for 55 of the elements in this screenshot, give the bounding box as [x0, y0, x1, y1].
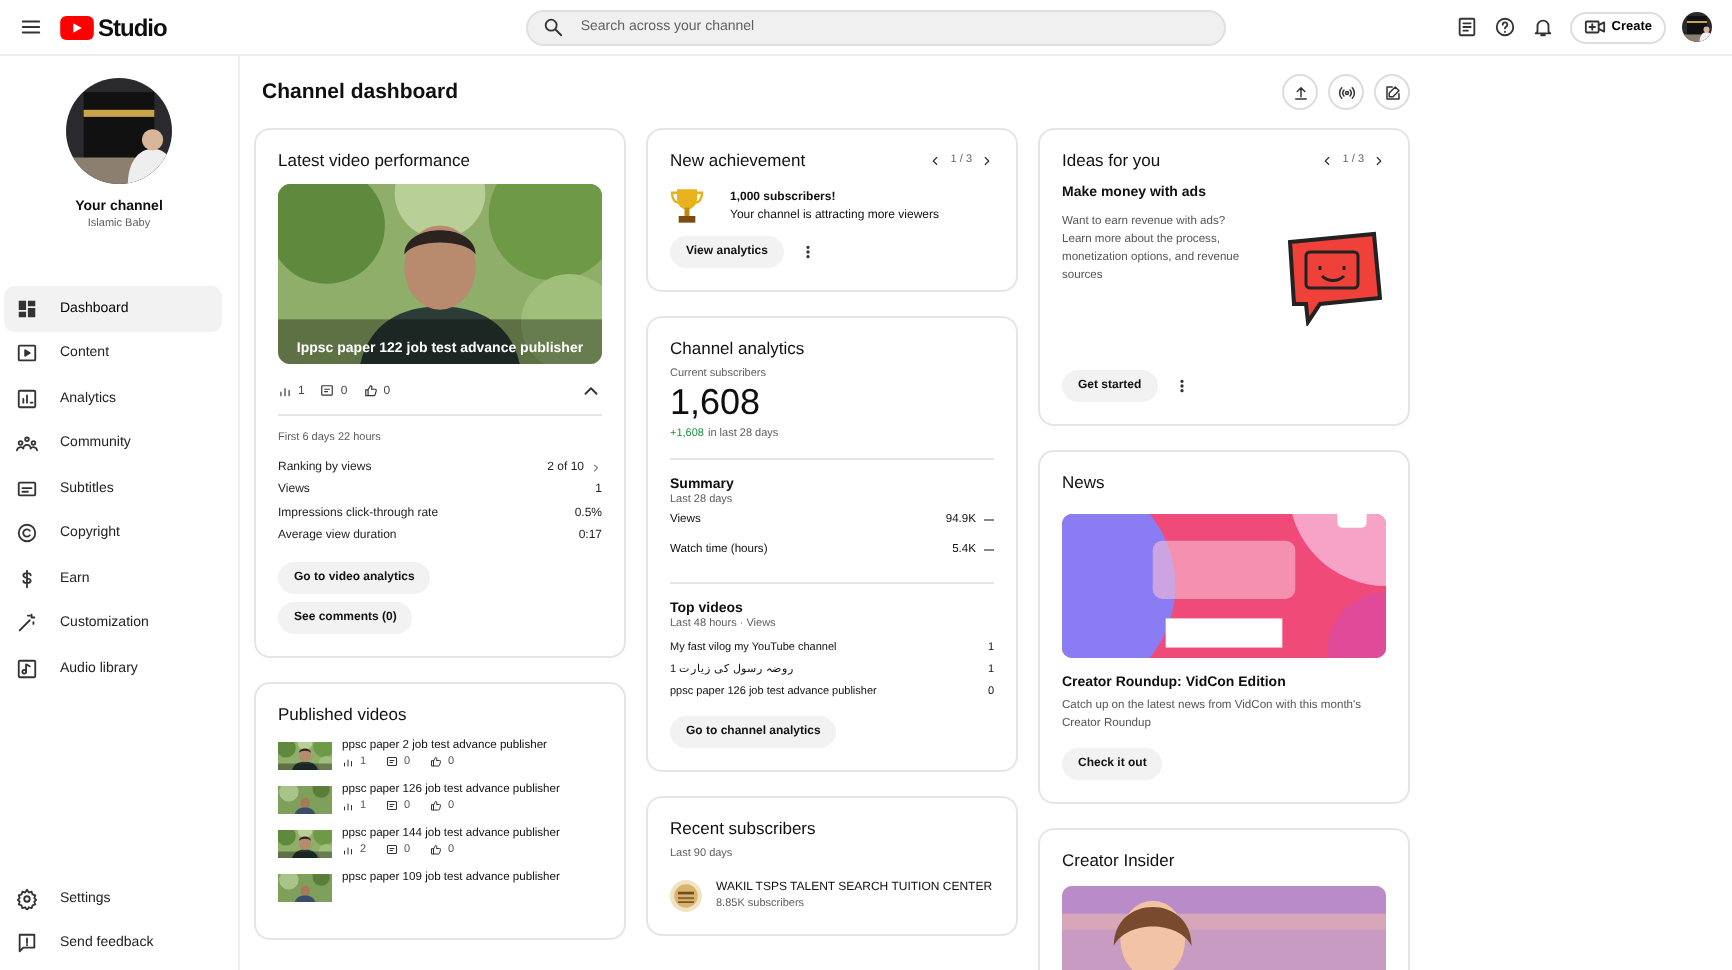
thumbs-up-icon — [430, 844, 442, 856]
captions-icon[interactable] — [1455, 16, 1478, 38]
bar-chart-icon — [342, 756, 354, 768]
upload-icon — [1291, 83, 1309, 101]
card-title: Latest video performance — [278, 150, 470, 170]
subscriber-count: 1,608 — [670, 382, 763, 424]
tv-mascot-drawing — [1282, 226, 1386, 326]
account-avatar[interactable] — [1682, 12, 1712, 42]
settings-icon — [16, 887, 38, 910]
people-icon — [16, 432, 38, 455]
help-icon[interactable] — [1493, 16, 1516, 38]
card-title: New achievement — [670, 150, 806, 170]
menu-icon[interactable] — [20, 16, 42, 38]
card-title: Creator Insider — [1062, 849, 1175, 870]
page-title: Channel dashboard — [262, 80, 459, 104]
card-title: Published videos — [278, 704, 407, 724]
bar-chart-icon — [342, 800, 354, 812]
music-note-icon — [16, 657, 38, 680]
thumbs-up-icon — [430, 800, 442, 812]
flat-trend-icon — [984, 518, 994, 523]
chevron-left-icon[interactable] — [928, 153, 943, 167]
bar-chart-icon — [16, 387, 38, 410]
upload-button[interactable] — [1282, 74, 1318, 110]
bar-chart-icon — [278, 384, 292, 398]
card-title: Recent subscribers — [670, 818, 816, 838]
comment-icon — [386, 756, 398, 768]
trophy-icon — [670, 186, 704, 226]
comment-icon — [386, 844, 398, 856]
broadcast-icon — [1337, 83, 1355, 101]
comment-icon — [386, 800, 398, 812]
notifications-icon[interactable] — [1531, 16, 1554, 38]
logo-text[interactable]: Studio — [98, 13, 167, 41]
thumbs-up-icon — [363, 384, 378, 398]
magic-wand-icon — [16, 612, 38, 635]
chevron-right-icon[interactable] — [1372, 153, 1386, 167]
subtitles-icon — [16, 477, 38, 500]
card-title: Channel analytics — [670, 338, 805, 358]
copyright-icon — [16, 522, 38, 545]
chevron-left-icon[interactable] — [1320, 153, 1335, 167]
edit-icon — [1383, 83, 1401, 101]
live-button[interactable] — [1328, 74, 1364, 110]
thumbs-up-icon — [430, 756, 442, 768]
camera-plus-icon — [1583, 16, 1606, 38]
chevron-right-icon[interactable] — [980, 153, 994, 167]
card-title: Ideas for you — [1062, 150, 1161, 170]
play-box-icon — [16, 342, 38, 365]
play-logo-icon[interactable] — [60, 15, 94, 39]
dollar-icon — [16, 567, 38, 590]
card-title: News — [1062, 472, 1105, 492]
feedback-icon — [16, 932, 38, 955]
bar-chart-icon — [342, 844, 354, 856]
flat-trend-icon — [984, 547, 994, 552]
edit-button[interactable] — [1374, 74, 1410, 110]
comment-icon — [320, 384, 335, 398]
dashboard-icon — [16, 297, 38, 320]
